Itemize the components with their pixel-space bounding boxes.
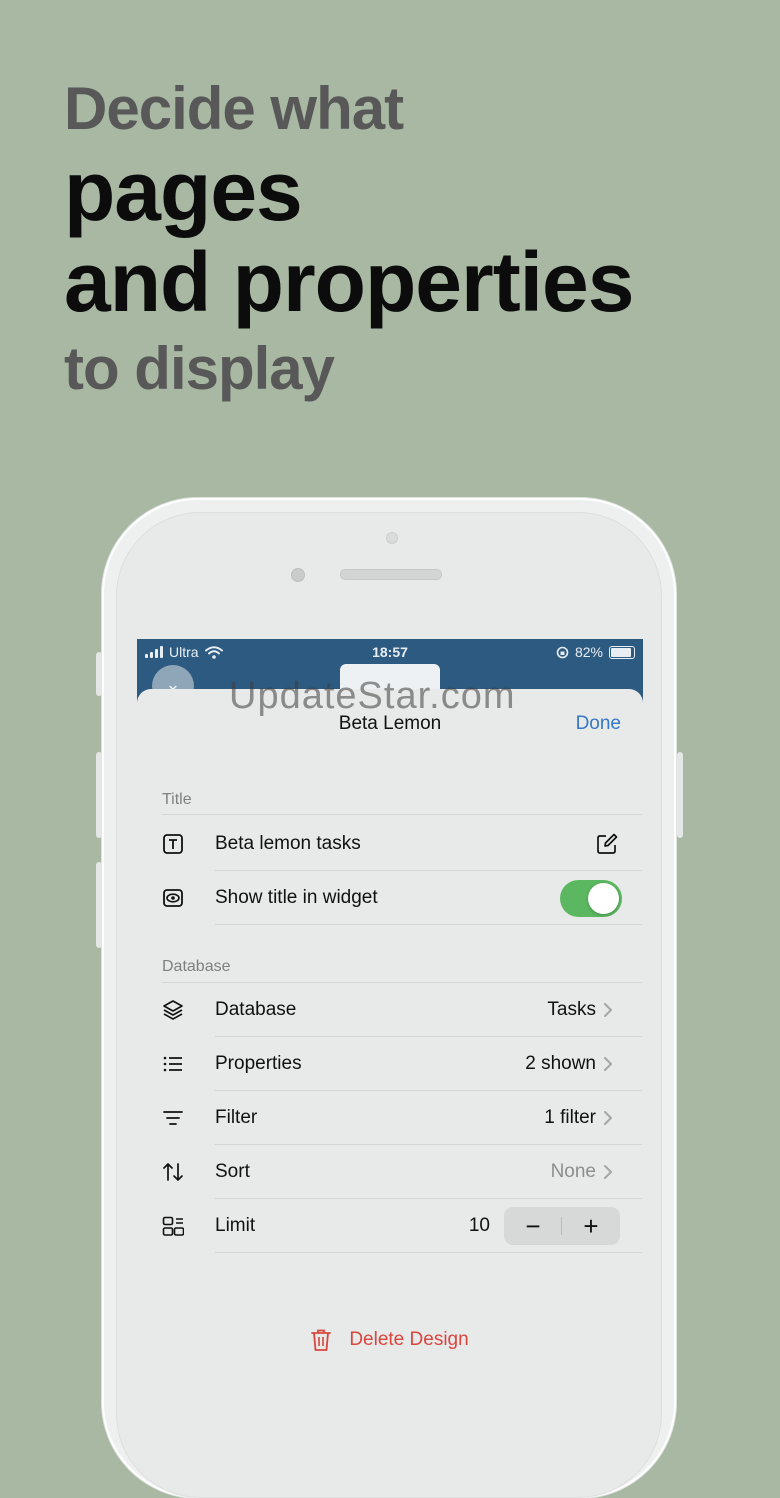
- edit-design-sheet: UpdateStar.com Beta Lemon Done Title Bet…: [137, 675, 643, 1399]
- front-camera: [386, 532, 398, 544]
- row-title-text[interactable]: Beta lemon tasks: [162, 817, 642, 871]
- limit-label: Limit: [215, 1215, 256, 1236]
- sheet-title: Beta Lemon: [338, 713, 442, 734]
- list-icon: [163, 1056, 182, 1072]
- eye-icon: [163, 889, 183, 907]
- section-database-header: [162, 933, 642, 983]
- delete-design-label: Delete Design: [349, 1329, 469, 1350]
- earpiece-speaker: [340, 569, 442, 580]
- limit-value: 10: [468, 1215, 490, 1236]
- battery-percent: 82%: [574, 644, 603, 660]
- row-database[interactable]: Database Tasks: [162, 983, 642, 1037]
- divider: [215, 924, 642, 925]
- chevron-right-icon: [604, 1003, 612, 1017]
- row-limit: Limit 10 − +: [162, 1199, 642, 1253]
- rotation-lock-icon: [556, 646, 569, 658]
- proximity-sensor: [291, 568, 305, 582]
- trash-icon: [311, 1329, 332, 1351]
- show-title-label: Show title in widget: [215, 887, 378, 908]
- row-properties[interactable]: Properties 2 shown: [162, 1037, 642, 1091]
- database-label: Database: [215, 999, 297, 1020]
- delete-design-button[interactable]: Delete Design: [137, 1325, 643, 1355]
- increment-button[interactable]: +: [562, 1207, 620, 1245]
- volume-down-button: [96, 862, 102, 948]
- battery-icon: [609, 645, 635, 659]
- text-box-icon: [163, 834, 183, 854]
- row-sort[interactable]: Sort None: [162, 1145, 642, 1199]
- mute-switch: [96, 652, 102, 696]
- show-title-toggle[interactable]: [560, 880, 622, 917]
- headline-line-2: pages: [64, 144, 303, 238]
- sort-label: Sort: [215, 1161, 250, 1182]
- row-filter[interactable]: Filter 1 filter: [162, 1091, 642, 1145]
- done-button[interactable]: Done: [576, 713, 621, 735]
- divider: [162, 814, 642, 815]
- limit-stepper: − +: [504, 1207, 620, 1245]
- sort-value: None: [550, 1161, 596, 1182]
- filter-value: 1 filter: [544, 1107, 596, 1128]
- headline-line-4: to display: [64, 335, 335, 402]
- layers-icon: [163, 1000, 183, 1020]
- properties-value: 2 shown: [525, 1053, 596, 1074]
- database-value: Tasks: [547, 999, 596, 1020]
- divider: [215, 1252, 642, 1253]
- phone-screen: Ultra 18:57 82% ⌄ UpdateStar.com Beta Le…: [137, 639, 643, 1399]
- headline: Decide what pages and properties to disp…: [64, 72, 634, 410]
- headline-line-3: and properties: [64, 235, 634, 329]
- properties-label: Properties: [215, 1053, 302, 1074]
- volume-up-button: [96, 752, 102, 838]
- sort-icon: [163, 1163, 183, 1181]
- chevron-right-icon: [604, 1165, 612, 1179]
- watermark: UpdateStar.com: [229, 675, 516, 717]
- title-value: Beta lemon tasks: [215, 833, 361, 854]
- limit-icon: [162, 1216, 184, 1236]
- row-show-title: Show title in widget: [162, 871, 642, 925]
- chevron-right-icon: [604, 1111, 612, 1125]
- filter-label: Filter: [215, 1107, 258, 1128]
- decrement-button[interactable]: −: [504, 1207, 562, 1245]
- filter-icon: [163, 1111, 183, 1125]
- edit-icon[interactable]: [596, 833, 618, 855]
- headline-line-1: Decide what: [64, 75, 404, 142]
- status-right: 82%: [556, 644, 635, 660]
- status-bar: Ultra 18:57 82%: [137, 639, 643, 667]
- chevron-right-icon: [604, 1057, 612, 1071]
- section-title-header: [162, 767, 642, 815]
- power-button: [677, 752, 683, 838]
